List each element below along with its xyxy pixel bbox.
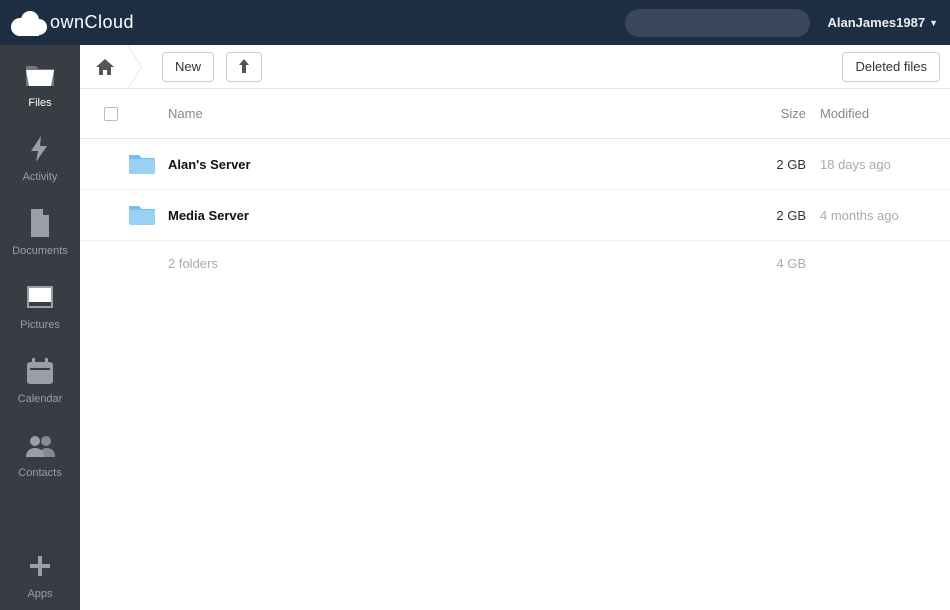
sidebar-item-pictures[interactable]: Pictures — [0, 267, 80, 341]
home-icon — [96, 59, 114, 75]
sidebar-item-label: Activity — [23, 171, 58, 183]
breadcrumb-separator-icon — [132, 45, 150, 89]
picture-icon — [24, 281, 56, 313]
sidebar-item-documents[interactable]: Documents — [0, 193, 80, 267]
table-summary: 2 folders 4 GB — [80, 241, 950, 285]
file-name: Media Server — [168, 208, 736, 223]
document-icon — [24, 207, 56, 239]
sidebar-item-activity[interactable]: Activity — [0, 119, 80, 193]
new-button-label: New — [175, 59, 201, 74]
new-button[interactable]: New — [162, 52, 214, 82]
column-header-name[interactable]: Name — [168, 106, 736, 121]
column-header-size[interactable]: Size — [736, 106, 806, 121]
username: AlanJames1987 — [828, 15, 926, 30]
summary-count: 2 folders — [168, 256, 736, 271]
sidebar-item-calendar[interactable]: Calendar — [0, 341, 80, 415]
sidebar-item-files[interactable]: Files — [0, 45, 80, 119]
caret-down-icon: ▼ — [929, 18, 938, 28]
sidebar-item-contacts[interactable]: Contacts — [0, 415, 80, 489]
sidebar-item-label: Contacts — [18, 467, 61, 479]
sidebar-item-apps[interactable]: Apps — [0, 536, 80, 610]
upload-icon — [237, 59, 251, 75]
sidebar-item-label: Apps — [27, 588, 52, 600]
search-box[interactable] — [625, 9, 810, 37]
folder-open-icon — [24, 59, 56, 91]
user-menu[interactable]: AlanJames1987 ▼ — [828, 15, 939, 30]
folder-icon — [128, 152, 156, 174]
file-modified: 4 months ago — [806, 208, 936, 223]
sidebar: Files Activity Documents Pictures Calend — [0, 45, 80, 610]
folder-icon — [128, 203, 156, 225]
file-size: 2 GB — [736, 157, 806, 172]
deleted-files-button[interactable]: Deleted files — [842, 52, 940, 82]
sidebar-item-label: Files — [28, 97, 51, 109]
file-name: Alan's Server — [168, 157, 736, 172]
file-size: 2 GB — [736, 208, 806, 223]
main-content: New Deleted files Name Size Modified — [80, 45, 950, 610]
sidebar-item-label: Documents — [12, 245, 68, 257]
table-row[interactable]: Media Server 2 GB 4 months ago — [80, 190, 950, 241]
column-header-modified[interactable]: Modified — [806, 106, 936, 121]
app-name: ownCloud — [50, 12, 134, 33]
cloud-icon — [6, 8, 52, 38]
deleted-files-label: Deleted files — [855, 59, 927, 74]
calendar-icon — [24, 355, 56, 387]
select-all-checkbox[interactable] — [104, 107, 118, 121]
plus-icon — [24, 550, 56, 582]
contacts-icon — [24, 429, 56, 461]
breadcrumb-home[interactable] — [90, 52, 120, 82]
owncloud-logo[interactable]: ownCloud — [6, 8, 134, 38]
bolt-icon — [24, 133, 56, 165]
topbar: ownCloud AlanJames1987 ▼ — [0, 0, 950, 45]
summary-size: 4 GB — [736, 256, 806, 271]
table-header: Name Size Modified — [80, 89, 950, 139]
toolbar: New Deleted files — [80, 45, 950, 89]
search-input[interactable] — [641, 16, 796, 30]
table-row[interactable]: Alan's Server 2 GB 18 days ago — [80, 139, 950, 190]
upload-button[interactable] — [226, 52, 262, 82]
sidebar-item-label: Pictures — [20, 319, 60, 331]
sidebar-item-label: Calendar — [18, 393, 63, 405]
file-modified: 18 days ago — [806, 157, 936, 172]
